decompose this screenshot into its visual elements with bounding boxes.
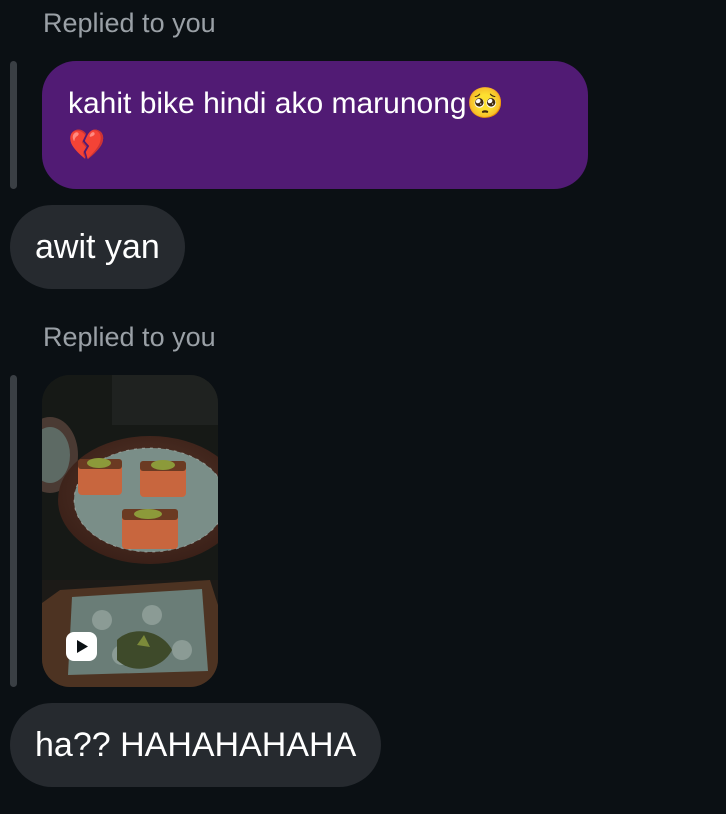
- quoted-message-bubble[interactable]: kahit bike hindi ako marunong🥺 💔: [42, 61, 588, 189]
- broken-heart-emoji: 💔: [68, 128, 106, 163]
- received-message-bubble[interactable]: awit yan: [10, 205, 185, 289]
- play-icon: [66, 632, 97, 661]
- replied-to-you-label: Replied to you: [43, 322, 216, 352]
- pleading-face-emoji: 🥺: [466, 86, 504, 121]
- message-text: ha?? HAHAHAHAHA: [35, 726, 357, 764]
- received-message-bubble[interactable]: ha?? HAHAHAHAHA: [10, 703, 382, 787]
- message-text: awit yan: [35, 228, 160, 266]
- replied-to-you-label: Replied to you: [43, 8, 216, 38]
- reply-indicator-bar: [10, 375, 17, 687]
- message-thread: Replied to you kahit bike hindi ako maru…: [0, 0, 726, 814]
- reply-indicator-bar: [10, 61, 17, 189]
- quoted-message-text: kahit bike hindi ako marunong: [68, 87, 467, 120]
- quoted-video-thumbnail[interactable]: [42, 375, 218, 687]
